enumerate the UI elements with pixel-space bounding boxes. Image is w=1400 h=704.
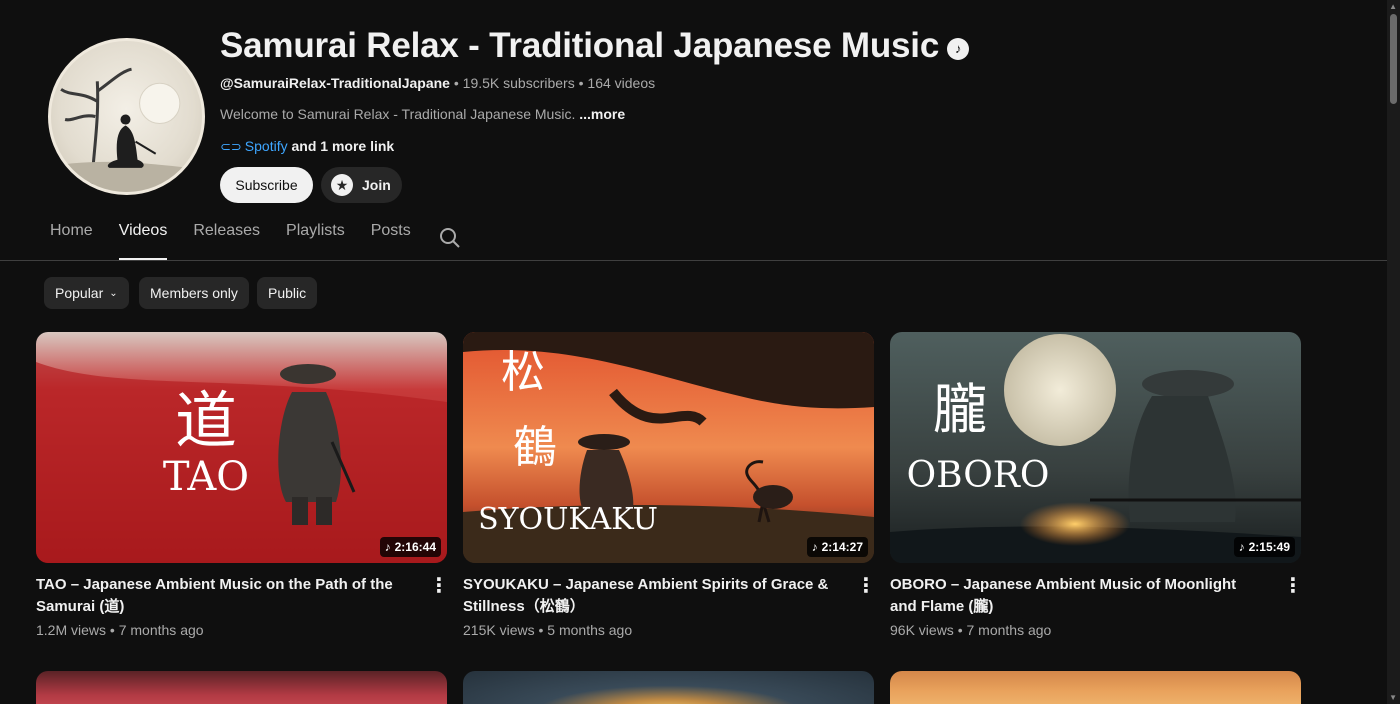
video-meta: 215K views • 5 months ago	[463, 622, 632, 638]
video-meta: 96K views • 7 months ago	[890, 622, 1051, 638]
thumb-title: SYOUKAKU	[478, 502, 658, 537]
subscribe-button[interactable]: Subscribe	[220, 167, 313, 203]
video-thumbnail[interactable]: 松 鶴 SYOUKAKU ♪ 2:14:27	[463, 332, 874, 563]
tab-home[interactable]: Home	[50, 222, 93, 260]
meta-separator: •	[957, 622, 963, 638]
link-icon: ⊂⊃	[220, 139, 242, 154]
video-count: 164 videos	[587, 75, 656, 91]
channel-tabs: Home Videos Releases Playlists Posts	[50, 222, 437, 260]
meta-separator: •	[109, 622, 115, 638]
chip-members-only[interactable]: Members only	[139, 277, 249, 309]
meta-separator: •	[578, 75, 584, 91]
duration-text: 2:14:27	[821, 540, 863, 554]
more-links-button[interactable]: and 1 more link	[292, 138, 395, 154]
video-title[interactable]: TAO – Japanese Ambient Music on the Path…	[36, 574, 406, 618]
tab-videos[interactable]: Videos	[118, 222, 167, 260]
channel-name: Samurai Relax - Traditional Japanese Mus…	[220, 26, 940, 65]
upload-age: 7 months ago	[966, 622, 1052, 638]
tab-releases[interactable]: Releases	[193, 222, 260, 260]
more-vert-icon[interactable]: ⋮	[856, 572, 876, 600]
duration-text: 2:15:49	[1248, 540, 1290, 554]
chip-popular[interactable]: Popular ⌄	[44, 277, 129, 309]
join-label: Join	[362, 177, 391, 193]
thumb-kanji: 道	[175, 384, 237, 457]
music-note-verified-icon: ♪	[947, 38, 970, 60]
page-scrollbar[interactable]: ▲ ▼	[1387, 0, 1400, 704]
thumb-kanji: 松	[501, 347, 545, 398]
duration-badge: ♪ 2:14:27	[806, 537, 868, 557]
music-note-icon: ♪	[811, 540, 818, 554]
thumb-title: OBORO	[907, 455, 1050, 496]
upload-age: 5 months ago	[547, 622, 633, 638]
channel-links: ⊂⊃ Spotify and 1 more link	[220, 138, 394, 155]
video-meta: 1.2M views • 7 months ago	[36, 622, 204, 638]
tab-posts[interactable]: Posts	[371, 222, 411, 260]
music-note-icon: ♪	[384, 540, 391, 554]
duration-text: 2:16:44	[394, 540, 436, 554]
video-title[interactable]: SYOUKAKU – Japanese Ambient Spirits of G…	[463, 574, 833, 618]
scrollbar-thumb[interactable]	[1390, 14, 1397, 104]
thumb-kanji: 鶴	[513, 422, 557, 473]
scroll-down-arrow-icon[interactable]: ▼	[1389, 693, 1397, 702]
view-count: 215K views	[463, 622, 535, 638]
join-button[interactable]: ★ Join	[321, 167, 402, 203]
description-text: Welcome to Samurai Relax - Traditional J…	[220, 106, 576, 122]
upload-age: 7 months ago	[118, 622, 204, 638]
tabs-divider	[0, 260, 1387, 261]
music-note-icon: ♪	[1238, 540, 1245, 554]
thumb-title: TAO	[163, 454, 249, 500]
view-count: 1.2M views	[36, 622, 107, 638]
video-thumbnail-partial[interactable]	[463, 671, 874, 704]
channel-handle[interactable]: @SamuraiRelax-TraditionalJapane	[220, 75, 450, 91]
tab-playlists[interactable]: Playlists	[286, 222, 345, 260]
duration-badge: ♪ 2:16:44	[379, 537, 441, 557]
channel-title: Samurai Relax - Traditional Japanese Mus…	[220, 26, 970, 66]
video-title[interactable]: OBORO – Japanese Ambient Music of Moonli…	[890, 574, 1260, 618]
search-icon[interactable]	[438, 226, 462, 250]
description-more-link[interactable]: ...more	[579, 106, 625, 122]
video-thumbnail-partial[interactable]	[890, 671, 1301, 704]
chip-label: Popular	[55, 285, 104, 301]
chevron-down-icon: ⌄	[109, 287, 118, 299]
scroll-up-arrow-icon[interactable]: ▲	[1389, 2, 1397, 11]
video-thumbnail-partial[interactable]	[36, 671, 447, 704]
chip-public[interactable]: Public	[257, 277, 318, 309]
subscriber-count: 19.5K subscribers	[462, 75, 575, 91]
meta-separator: •	[453, 75, 459, 91]
video-thumbnail[interactable]: 道 TAO ♪ 2:16:44	[36, 332, 447, 563]
meta-separator: •	[538, 622, 544, 638]
channel-avatar[interactable]	[48, 38, 205, 195]
star-icon: ★	[331, 174, 353, 196]
duration-badge: ♪ 2:15:49	[1233, 537, 1295, 557]
channel-meta: @SamuraiRelax-TraditionalJapane • 19.5K …	[220, 75, 655, 91]
spotify-link[interactable]: Spotify	[245, 138, 288, 154]
thumb-kanji: 朧	[933, 378, 987, 441]
more-vert-icon[interactable]: ⋮	[429, 572, 449, 600]
video-thumbnail[interactable]: 朧 OBORO ♪ 2:15:49	[890, 332, 1301, 563]
view-count: 96K views	[890, 622, 954, 638]
more-vert-icon[interactable]: ⋮	[1283, 572, 1303, 600]
channel-description[interactable]: Welcome to Samurai Relax - Traditional J…	[220, 106, 625, 122]
